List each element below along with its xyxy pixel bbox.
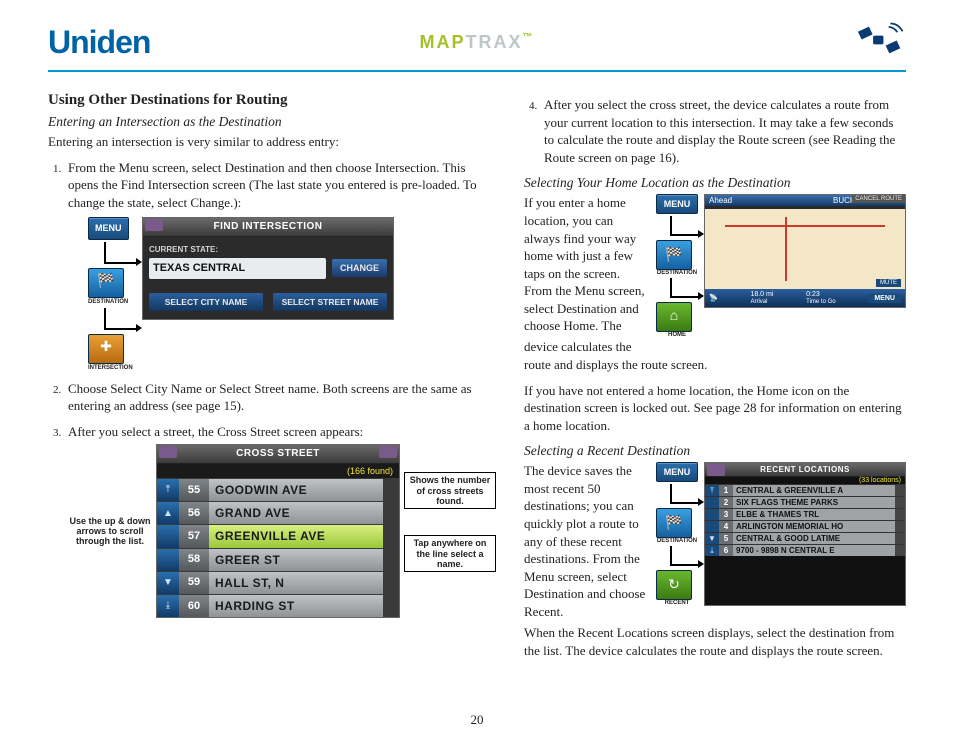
screen-title: FIND INTERSECTION: [213, 221, 322, 232]
time-to-go-value: 0:23: [806, 291, 820, 298]
home-text-2: device calculates the route and displays…: [524, 338, 906, 373]
back-icon[interactable]: [159, 446, 177, 458]
list-item[interactable]: ▼59HALL ST, N: [157, 571, 399, 594]
menu-button[interactable]: MENU: [656, 194, 698, 214]
menu-button[interactable]: MENU: [656, 462, 698, 482]
subsection-intersection: Entering an Intersection as the Destinat…: [48, 113, 496, 131]
cancel-route-button[interactable]: CANCEL ROUTE: [852, 195, 905, 203]
destination-label: DESTINATION: [656, 538, 698, 544]
destination-icon[interactable]: 🏁: [656, 240, 692, 270]
uniden-logo: Uniden: [48, 24, 150, 61]
figure-find-intersection: MENU 🏁 DESTINATION ✚ INTERSECTION FIND I…: [88, 217, 496, 371]
intersection-icon[interactable]: ✚: [88, 334, 124, 364]
scroll-down-icon[interactable]: ▼: [157, 572, 179, 594]
home-icon[interactable]: ⌂: [656, 302, 692, 332]
results-count: (33 locations): [705, 477, 905, 484]
menu-button[interactable]: MENU: [88, 217, 129, 239]
recent-text-2: When the Recent Locations screen display…: [524, 624, 906, 659]
screen-title: RECENT LOCATIONS: [760, 465, 850, 474]
note-scroll: Use the up & down arrows to scroll throu…: [68, 516, 152, 547]
page-header: Uniden MAPTRAX™: [48, 20, 906, 72]
destination-label: DESTINATION: [88, 298, 128, 306]
list-item[interactable]: ⤓69700 - 9898 N CENTRAL E: [705, 544, 905, 556]
satellite-icon: [854, 20, 906, 64]
scroll-top-icon[interactable]: ⤒: [157, 479, 179, 501]
change-button[interactable]: CHANGE: [332, 259, 387, 277]
arrow-icon: [670, 278, 698, 298]
recent-icon[interactable]: ↻: [656, 570, 692, 600]
distance-value: 18.0 mi: [750, 291, 773, 298]
subsection-recent: Selecting a Recent Destination: [524, 442, 906, 460]
select-street-button[interactable]: SELECT STREET NAME: [273, 293, 387, 311]
intersection-label: INTERSECTION: [88, 364, 133, 372]
list-item[interactable]: 57GREENVILLE AVE: [157, 524, 399, 547]
right-column: After you select the cross street, the d…: [524, 92, 906, 667]
scroll-up-icon[interactable]: ▲: [157, 502, 179, 524]
select-city-button[interactable]: SELECT CITY NAME: [149, 293, 263, 311]
intro-text: Entering an intersection is very similar…: [48, 133, 496, 151]
arrow-icon: [670, 216, 698, 236]
menu-button[interactable]: MENU: [868, 294, 901, 303]
arrow-icon: [104, 242, 136, 264]
destination-icon[interactable]: 🏁: [88, 268, 124, 298]
maptrax-logo: MAPTRAX™: [420, 32, 535, 53]
results-count: (166 found): [157, 464, 399, 478]
back-icon[interactable]: [707, 464, 725, 476]
list-item[interactable]: ▲56GRAND AVE: [157, 501, 399, 524]
list-item[interactable]: 2SIX FLAGS THEME PARKS: [705, 496, 905, 508]
list-item[interactable]: ▼5CENTRAL & GOOD LATIME: [705, 532, 905, 544]
list-item[interactable]: 58GREER ST: [157, 548, 399, 571]
current-state-label: CURRENT STATE:: [149, 245, 387, 256]
mute-button[interactable]: MUTE: [876, 279, 901, 287]
destination-icon[interactable]: 🏁: [656, 508, 692, 538]
section-title: Using Other Destinations for Routing: [48, 92, 496, 109]
map-view[interactable]: [705, 209, 905, 289]
subsection-home: Selecting Your Home Location as the Dest…: [524, 174, 906, 192]
forward-icon[interactable]: [379, 446, 397, 458]
arrow-icon: [104, 308, 136, 330]
figure-cross-street: Use the up & down arrows to scroll throu…: [68, 444, 496, 618]
step-4: After you select the cross street, the d…: [540, 96, 906, 166]
arrow-icon: [670, 546, 698, 566]
page-number: 20: [0, 712, 954, 728]
state-input[interactable]: TEXAS CENTRAL: [149, 258, 326, 279]
note-count: Shows the number of cross streets found.: [404, 472, 496, 509]
step-3: After you select a street, the Cross Str…: [64, 423, 496, 618]
list-item[interactable]: 3ELBE & THAMES TRL: [705, 508, 905, 520]
figure-home-route: MENU 🏁 DESTINATION ⌂ HOME AheadBUCKINGHA…: [656, 194, 906, 338]
list-item[interactable]: ⤒55GOODWIN AVE: [157, 478, 399, 501]
destination-label: DESTINATION: [656, 270, 698, 276]
back-icon[interactable]: [145, 219, 163, 231]
ahead-label: Ahead: [709, 196, 732, 205]
list-item[interactable]: ⤒1CENTRAL & GREENVILLE A: [705, 484, 905, 496]
list-item[interactable]: ⤓60HARDING ST: [157, 594, 399, 617]
step-1: From the Menu screen, select Destination…: [64, 159, 496, 372]
screen-title: CROSS STREET: [236, 448, 320, 459]
arrow-icon: [670, 484, 698, 504]
recent-label: RECENT: [656, 600, 698, 606]
left-column: Using Other Destinations for Routing Ent…: [48, 92, 496, 667]
figure-recent-locations: MENU 🏁 DESTINATION ↻ RECENT RECENT LOCAT…: [656, 462, 906, 606]
list-item[interactable]: 4ARLINGTON MEMORIAL HO: [705, 520, 905, 532]
note-tap: Tap anywhere on the line select a name.: [404, 535, 496, 572]
step-2: Choose Select City Name or Select Street…: [64, 380, 496, 415]
home-label: HOME: [656, 332, 698, 338]
home-text-3: If you have not entered a home location,…: [524, 382, 906, 435]
scroll-bottom-icon[interactable]: ⤓: [157, 595, 179, 617]
